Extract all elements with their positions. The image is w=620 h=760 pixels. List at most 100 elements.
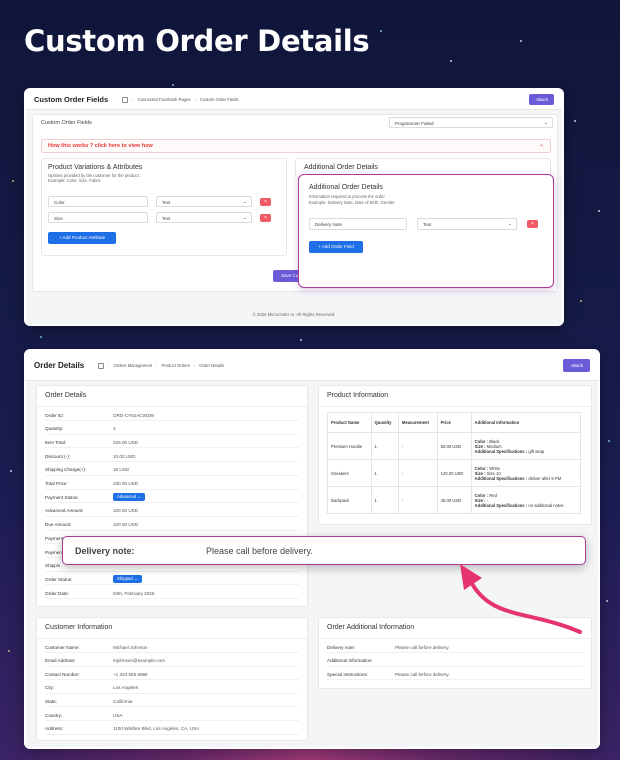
home-icon[interactable] <box>122 96 129 103</box>
table-cell: Premium Hoodie <box>327 432 372 460</box>
detail-value: California <box>113 698 133 704</box>
detail-label: Order ID: <box>45 412 64 418</box>
order-field-type-select[interactable]: Text ⌄ <box>417 218 517 230</box>
order-field-name-input[interactable]: Delivery Note <box>309 218 407 230</box>
table-cell: 45.00 USD <box>436 486 472 514</box>
detail-label: Contact Number: <box>45 671 80 677</box>
remove-attribute-button[interactable]: × <box>260 214 271 222</box>
detail-row: Total Price: 230.00 USD <box>45 479 299 490</box>
detail-value: 100.00 USD <box>113 508 139 514</box>
order-details-card: Order Details Order ID: ORD-CY62ACWZW Quan… <box>36 385 308 607</box>
detail-value: ORD-CY62ACWZW <box>113 412 155 418</box>
callout-label: Delivery note: <box>75 545 135 556</box>
detail-label: Country: <box>45 712 63 718</box>
home-icon[interactable] <box>98 362 105 369</box>
column-header: Quantity <box>370 412 399 433</box>
breadcrumb-item[interactable]: Orders Management <box>114 363 152 368</box>
additional-order-details-popup: Additional Order Details Information req… <box>298 174 554 288</box>
attribute-name-input[interactable]: Color <box>48 196 148 207</box>
detail-label: State: <box>45 698 58 704</box>
detail-label: Discount (-): <box>45 453 71 459</box>
status-select[interactable]: Advanced ⌄ <box>113 493 145 502</box>
column-header: Product Name <box>327 412 372 433</box>
remove-order-field-button[interactable]: × <box>527 220 538 228</box>
remove-attribute-button[interactable]: × <box>260 198 271 206</box>
customer-information-card: Customer Information Customer Name: Micha… <box>36 617 308 741</box>
page-label: Custom Order Fields <box>41 120 92 126</box>
detail-row: Item Total: 225.00 USD <box>45 437 299 449</box>
additional-info-cell: Color : White Size : Size 10 Additional Sp… <box>470 459 582 487</box>
back-button[interactable]: «Back <box>529 94 554 105</box>
detail-label: Advanced Amount: <box>45 508 84 514</box>
detail-row: Advanced Amount: 100.00 USD <box>45 506 299 517</box>
detail-value: 04th, February 2026 <box>113 590 155 596</box>
detail-value: 3 <box>113 426 116 432</box>
chevron-down-icon: ⌄ <box>507 221 512 227</box>
detail-value: 230.00 USD <box>113 481 139 486</box>
page-title: Custom Order Fields <box>34 95 109 104</box>
detail-value: Please call before delivery. <box>395 671 450 677</box>
detail-value: +1 323 555 9988 <box>113 671 148 677</box>
additional-info-cell: Color : Red Size : - Additional Specificat… <box>470 486 582 514</box>
detail-label: Payment Status: <box>45 494 79 500</box>
detail-row: State: California <box>45 696 299 708</box>
footer-text: © 2026 MicroOrder AI. All Rights Reserve… <box>252 312 336 317</box>
page-select[interactable]: Programmer Failed ⌄ <box>389 117 553 128</box>
table-cell: 1 <box>370 459 399 487</box>
table-cell: 60.00 USD <box>436 432 472 460</box>
detail-row: Country: USA <box>45 710 299 721</box>
detail-row: Contact Number: +1 323 555 9988 <box>45 669 299 681</box>
how-it-works-bar[interactable]: How this works ? click here to view how … <box>41 139 551 153</box>
add-order-field-button[interactable]: + Add Order Field <box>309 241 363 253</box>
detail-label: Additional Information: <box>327 658 373 663</box>
detail-row: Quantity: 3 <box>45 424 299 435</box>
table-cell: 1 <box>370 432 399 460</box>
breadcrumb-item: Custom Order Fields <box>199 97 239 102</box>
detail-value: Michael Johnson <box>113 644 148 650</box>
table-cell: - <box>397 486 438 514</box>
table-row: Backpack 1-45.00 USD Color : Red Size : - Ad… <box>327 486 582 514</box>
detail-value: mjohnson@example.com <box>113 658 165 664</box>
column-header: Additional Information <box>470 412 582 433</box>
chevron-down-icon: ⌄ <box>538 142 544 148</box>
breadcrumb-item: Order Details <box>199 363 224 368</box>
detail-label: Email Address: <box>45 658 76 664</box>
custom-order-fields-screenshot: Custom Order Fields › Connected Facebook… <box>24 88 564 326</box>
detail-label: Address: <box>45 726 64 732</box>
product-information-title: Product Information <box>327 392 389 399</box>
breadcrumb-item[interactable]: Connected Facebook Pages <box>138 97 191 102</box>
back-button[interactable]: «Back <box>563 359 590 372</box>
breadcrumb-item[interactable]: Product Orders <box>161 363 189 368</box>
chevron-down-icon: ⌄ <box>136 494 141 500</box>
table-cell: 1 <box>370 486 399 514</box>
detail-row: Due Amount: 100.00 USD <box>45 520 299 531</box>
variations-title: Product Variations & Attributes <box>48 164 143 171</box>
detail-label: Delivery note: <box>327 644 356 650</box>
curved-arrow-icon <box>460 564 582 634</box>
products-table: Product Name Quantity Measurement Price Addi… <box>327 412 582 514</box>
detail-value: Los Angeles <box>113 685 139 691</box>
attribute-name-input[interactable]: Size <box>48 212 148 223</box>
detail-row: Payment Status: Advanced ⌄ <box>45 492 299 504</box>
status-select[interactable]: Shipped ⌄ <box>113 575 142 584</box>
detail-value: 100.00 USD <box>113 522 139 528</box>
detail-row: Additional Information: <box>327 656 583 667</box>
detail-label: Quantity: <box>45 426 64 432</box>
detail-row: Email Address: mjohnson@example.com <box>45 656 299 667</box>
customer-information-title: Customer Information <box>45 624 113 631</box>
column-header: Measurement <box>397 412 438 433</box>
hero-title: Custom Order Details <box>24 24 370 58</box>
add-product-attribute-button[interactable]: + Add Product Attribute <box>48 232 116 244</box>
detail-row: Order Status: Shipped ⌄ <box>45 574 299 586</box>
detail-value: 1100 Wilshire Blvd, Los Angeles, CA, USA <box>113 726 200 732</box>
detail-label: Order Status: <box>45 576 73 582</box>
detail-label: Due Amount: <box>45 522 72 528</box>
table-cell: - <box>397 459 438 487</box>
how-it-works-link[interactable]: How this works ? click here to view how <box>48 143 153 149</box>
detail-label: City: <box>45 685 55 691</box>
attribute-type-select[interactable]: Text ⌄ <box>156 212 252 223</box>
attribute-type-select[interactable]: Text ⌄ <box>156 196 252 207</box>
detail-label: Special Instructions: <box>327 671 369 677</box>
chevron-down-icon: ⌄ <box>132 576 138 582</box>
breadcrumb: › Orders Management › Product Orders › O… <box>98 362 224 369</box>
